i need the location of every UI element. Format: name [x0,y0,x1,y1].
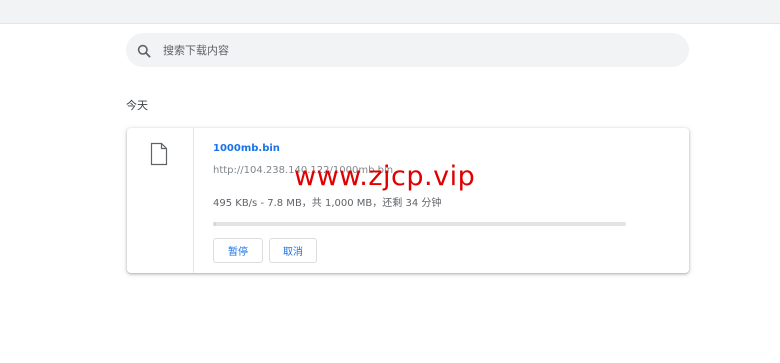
file-icon [149,142,169,166]
download-filename-link[interactable]: 1000mb.bin [213,143,280,154]
download-item-card: 1000mb.bin http://104.238.140.122/1000mb… [127,128,689,273]
pause-button[interactable]: 暂停 [213,238,263,263]
browser-top-bar [0,0,780,24]
search-icon [137,43,151,58]
watermark-text: www.zjcp.vip [294,161,476,192]
download-status-text: 495 KB/s - 7.8 MB，共 1,000 MB，还剩 34 分钟 [213,198,442,209]
cancel-button[interactable]: 取消 [269,238,317,263]
download-progress-fill [213,222,217,226]
date-section-title: 今天 [126,99,148,112]
download-icon-column [127,128,194,273]
search-input[interactable] [163,43,643,57]
download-progress-bar [213,222,626,226]
search-bar[interactable] [126,33,689,67]
